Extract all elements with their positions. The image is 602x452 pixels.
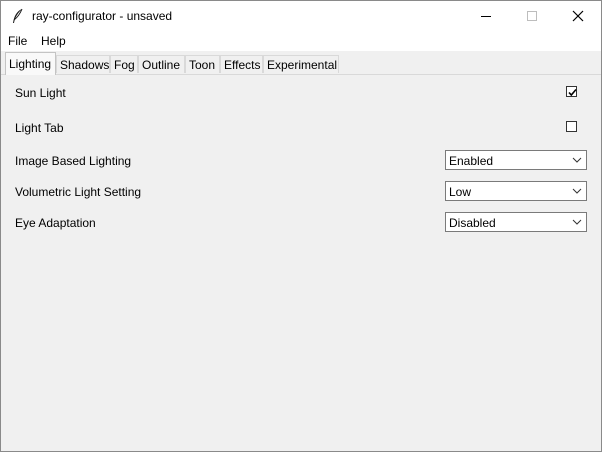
tab-effects[interactable]: Effects (220, 55, 263, 73)
menu-file[interactable]: File (8, 34, 27, 48)
close-button[interactable] (555, 1, 601, 31)
chevron-down-icon (572, 157, 582, 163)
app-window: ray-configurator - unsaved File Help Lig… (0, 0, 602, 452)
tab-outline[interactable]: Outline (138, 55, 185, 73)
minimize-icon (481, 16, 491, 17)
eye-adaptation-select[interactable]: Disabled (445, 212, 587, 232)
close-icon (572, 10, 584, 22)
image-based-lighting-value: Enabled (449, 154, 494, 168)
eye-adaptation-label: Eye Adaptation (15, 216, 96, 230)
tab-lighting[interactable]: Lighting (5, 52, 56, 75)
eye-adaptation-value: Disabled (449, 216, 496, 230)
chevron-down-icon (572, 188, 582, 194)
feather-icon (11, 8, 25, 24)
maximize-button[interactable] (509, 1, 555, 31)
sun-light-label: Sun Light (15, 86, 66, 100)
menu-help[interactable]: Help (41, 34, 66, 48)
volumetric-light-select[interactable]: Low (445, 181, 587, 201)
menu-bar: File Help (1, 31, 601, 51)
lighting-panel: Sun Light Light Tab Image Based Lighting… (1, 75, 601, 451)
title-bar[interactable]: ray-configurator - unsaved (1, 1, 601, 31)
image-based-lighting-select[interactable]: Enabled (445, 150, 587, 170)
window-title: ray-configurator - unsaved (32, 9, 173, 23)
checkmark-icon (568, 88, 577, 97)
tab-toon[interactable]: Toon (185, 55, 220, 73)
volumetric-light-value: Low (449, 185, 472, 199)
light-tab-label: Light Tab (15, 121, 64, 135)
minimize-button[interactable] (463, 1, 509, 31)
tab-bar: Lighting Shadows Fog Outline Toon Effect… (1, 51, 601, 75)
tab-shadows[interactable]: Shadows (56, 55, 110, 73)
light-tab-checkbox[interactable] (566, 121, 577, 132)
image-based-lighting-label: Image Based Lighting (15, 154, 132, 168)
tab-fog[interactable]: Fog (110, 55, 138, 73)
maximize-icon (527, 11, 537, 21)
sun-light-checkbox[interactable] (566, 86, 577, 97)
volumetric-light-label: Volumetric Light Setting (15, 185, 142, 199)
chevron-down-icon (572, 219, 582, 225)
tab-experimental[interactable]: Experimental (263, 55, 339, 73)
